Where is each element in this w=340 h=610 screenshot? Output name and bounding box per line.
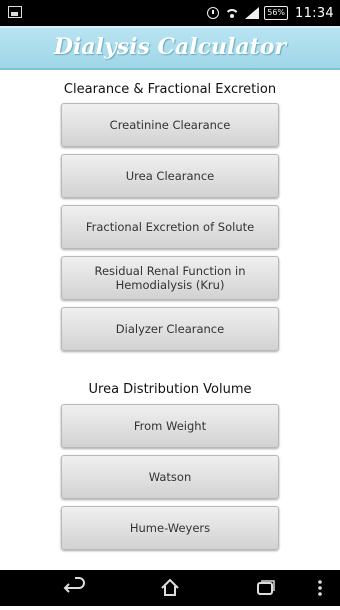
hume-weyers-button[interactable]: Hume-Weyers bbox=[61, 506, 279, 550]
button-label: Hume-Weyers bbox=[129, 521, 211, 535]
from-weight-button[interactable]: From Weight bbox=[61, 404, 279, 448]
button-label: Residual Renal Function in Hemodialysis … bbox=[94, 264, 246, 292]
back-icon[interactable] bbox=[60, 570, 90, 606]
residual-renal-function-button[interactable]: Residual Renal Function in Hemodialysis … bbox=[61, 256, 279, 300]
button-label: From Weight bbox=[133, 419, 207, 433]
button-label: Dialyzer Clearance bbox=[115, 322, 225, 336]
urea-clearance-button[interactable]: Urea Clearance bbox=[61, 154, 279, 198]
status-indicators: 56% 11:34 bbox=[207, 0, 334, 26]
status-bar: 56% 11:34 bbox=[0, 0, 340, 26]
recent-apps-icon[interactable] bbox=[250, 570, 280, 606]
overflow-menu-icon[interactable] bbox=[312, 570, 328, 606]
battery-icon: 56% bbox=[264, 6, 289, 20]
button-label: Watson bbox=[148, 470, 192, 484]
section-heading-clearance: Clearance & Fractional Excretion bbox=[63, 82, 277, 97]
dialyzer-clearance-button[interactable]: Dialyzer Clearance bbox=[61, 307, 279, 351]
app-title-bar: Dialysis Calculator bbox=[0, 26, 340, 70]
creatinine-clearance-button[interactable]: Creatinine Clearance bbox=[61, 103, 279, 147]
app-title: Dialysis Calculator bbox=[53, 34, 287, 60]
alarm-icon bbox=[207, 7, 220, 19]
navigation-bar bbox=[0, 570, 340, 606]
status-clock: 11:34 bbox=[295, 5, 334, 21]
fractional-excretion-button[interactable]: Fractional Excretion of Solute bbox=[61, 205, 279, 249]
button-label: Fractional Excretion of Solute bbox=[85, 220, 255, 234]
section-heading-urea-volume: Urea Distribution Volume bbox=[88, 382, 252, 397]
image-notification-icon bbox=[8, 6, 22, 18]
button-label: Urea Clearance bbox=[125, 169, 215, 183]
cell-signal-icon bbox=[245, 7, 260, 19]
wifi-icon bbox=[224, 7, 240, 19]
home-icon[interactable] bbox=[155, 570, 185, 606]
watson-button[interactable]: Watson bbox=[61, 455, 279, 499]
button-label: Creatinine Clearance bbox=[109, 118, 231, 132]
